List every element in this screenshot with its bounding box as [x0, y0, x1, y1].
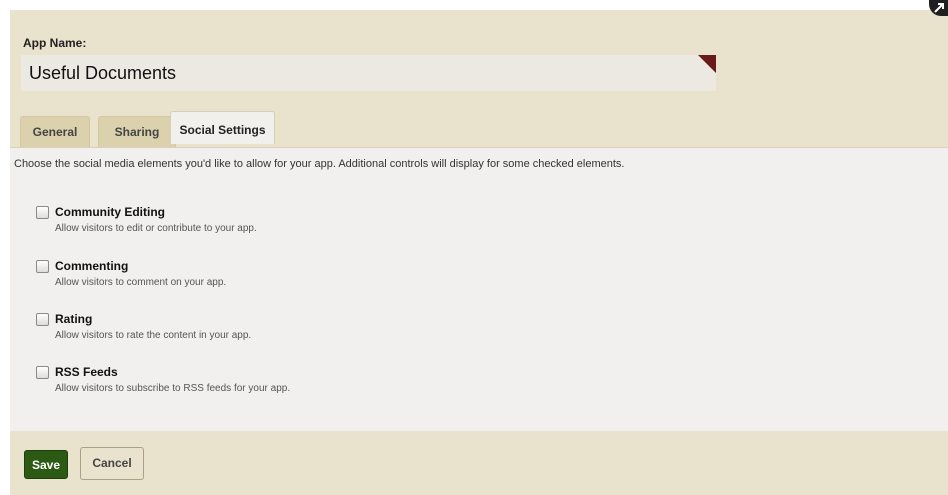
option-title: Commenting	[55, 259, 129, 273]
option-description: Allow visitors to subscribe to RSS feeds…	[55, 383, 291, 394]
input-corner-flag	[698, 55, 716, 73]
option-description: Allow visitors to rate the content in yo…	[55, 330, 252, 341]
commenting-checkbox[interactable]	[36, 260, 49, 273]
option-title: Rating	[55, 312, 93, 326]
community-editing-checkbox[interactable]	[36, 206, 49, 219]
app-name-input[interactable]: Useful Documents	[21, 55, 716, 91]
app-name-label: App Name:	[23, 36, 87, 50]
option-title: RSS Feeds	[55, 365, 118, 379]
social-settings-content: Choose the social media elements you'd l…	[10, 147, 948, 431]
rating-checkbox[interactable]	[36, 313, 49, 326]
tab-social-settings[interactable]: Social Settings	[170, 111, 275, 144]
option-description: Allow visitors to comment on your app.	[55, 277, 227, 288]
option-description: Allow visitors to edit or contribute to …	[55, 223, 257, 234]
tab-sharing[interactable]: Sharing	[98, 116, 176, 147]
cancel-button[interactable]: Cancel	[80, 447, 144, 480]
option-title: Community Editing	[55, 205, 165, 219]
rss-feeds-checkbox[interactable]	[36, 366, 49, 379]
save-button[interactable]: Save	[24, 450, 68, 479]
tab-general[interactable]: General	[20, 116, 90, 147]
intro-text: Choose the social media elements you'd l…	[14, 158, 625, 170]
